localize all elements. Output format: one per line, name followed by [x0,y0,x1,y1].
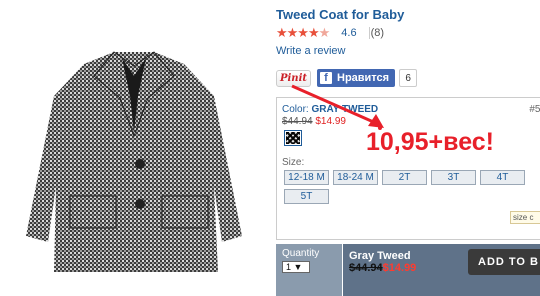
size-label: Size: [282,157,305,168]
original-price: $44.94 [282,116,313,127]
quantity-label: Quantity [282,248,320,259]
social-share-row: Pinit f Нравится 6 [276,69,418,87]
size-button-5t[interactable]: 5T [284,189,329,204]
cart-sale-price: $14.99 [382,262,417,274]
size-button-2t[interactable]: 2T [382,170,427,185]
facebook-like-button[interactable]: f Нравится [317,69,396,87]
write-review-link[interactable]: Write a review [276,45,345,57]
option-price: $44.94 $14.99 [282,116,346,127]
facebook-icon: f [320,72,332,84]
product-sku: #59 [529,104,540,115]
size-chart-link[interactable]: size c [510,211,540,224]
size-button-4t[interactable]: 4T [480,170,525,185]
size-button-3t[interactable]: 3T [431,170,476,185]
rating-row[interactable]: ★★★★★ 4.6 (8) [276,26,384,40]
review-count[interactable]: (8) [371,27,384,39]
size-button-18-24m[interactable]: 18-24 M [333,170,378,185]
cart-item-price: $44.94$14.99 [349,262,416,274]
quantity-value: 1 [286,262,292,272]
add-to-bag-button[interactable]: ADD TO B [468,249,540,275]
facebook-like-label: Нравится [337,72,390,84]
chevron-down-icon: ▼ [293,262,303,272]
product-title: Tweed Coat for Baby [276,7,405,22]
rating-divider [369,27,370,39]
size-options: 12-18 M 18-24 M 2T 3T 4T 5T [284,170,540,204]
size-button-12-18m[interactable]: 12-18 M [284,170,329,185]
coat-photo [26,51,242,272]
color-swatch-gray-tweed[interactable] [284,130,302,146]
color-prefix: Color: [282,104,309,115]
sale-price: $14.99 [315,116,346,127]
color-value: GRAY TWEED [311,104,379,115]
quantity-panel: Quantity 1 ▼ [276,244,342,296]
rating-value: 4.6 [341,27,357,39]
product-options-panel: Color: GRAY TWEED #59 $44.94 $14.99 Size… [276,97,540,240]
cart-original-price: $44.94 [349,262,383,274]
color-selection-label: Color: GRAY TWEED [282,104,378,115]
quantity-select[interactable]: 1 ▼ [282,261,310,273]
facebook-like-count: 6 [399,69,418,87]
pinterest-pinit-button[interactable]: Pinit [276,69,311,87]
price-annotation: 10,95+вес! [366,128,495,156]
cart-item-name: Gray Tweed [349,250,411,262]
star-rating-icon: ★★★★★ [276,25,330,40]
